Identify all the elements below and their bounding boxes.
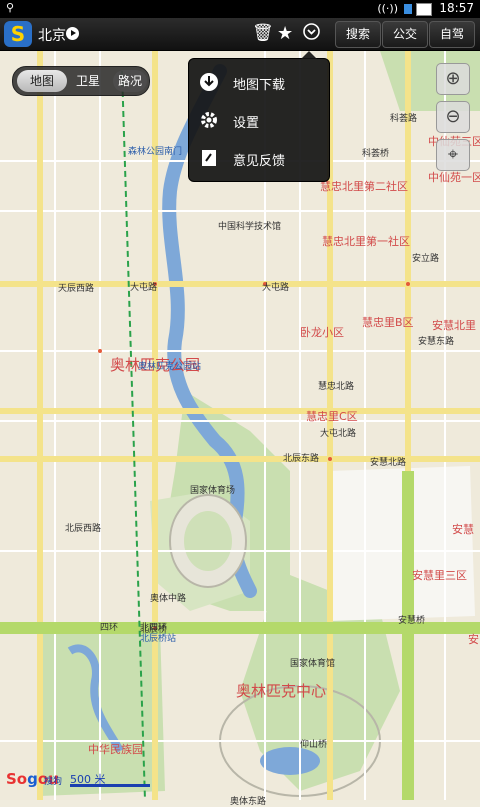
map-mode-button[interactable]: 地图 <box>17 70 67 92</box>
menu-item-label: 意见反馈 <box>233 154 286 169</box>
road-label: 仰山桥 <box>300 740 328 750</box>
district-label: 安慧北里 <box>432 319 476 332</box>
metro-label: 北辰桥站 <box>140 634 177 644</box>
road-label: 科荟桥 <box>362 149 390 159</box>
app-logo[interactable]: S <box>4 21 32 47</box>
locate-button[interactable]: ⌖ <box>436 139 470 171</box>
district-label: 卧龙小区 <box>300 326 344 339</box>
road-label: 科荟路 <box>390 114 418 124</box>
district-label: 中仙苑一区 <box>428 171 480 184</box>
status-bar: ⚲ ((·)) 18:57 <box>0 0 480 18</box>
road-label: 奥体中路 <box>150 594 187 604</box>
drive-button[interactable]: 自驾 <box>429 21 475 48</box>
menu-item-label: 地图下载 <box>233 78 286 93</box>
road-label: 天辰西路 <box>58 284 95 294</box>
traffic-button[interactable]: 路况 <box>113 70 147 92</box>
battery-icon <box>416 3 432 16</box>
road-label: 四环 <box>100 623 119 633</box>
map-type-toggle: 地图 卫星 路况 <box>12 66 150 96</box>
wifi-icon: ((·)) <box>377 2 398 15</box>
road-label: 大屯路 <box>130 283 158 293</box>
clock: 18:57 <box>439 1 474 15</box>
top-bar: S 北京 🗑 ★ 搜索 公交 自驾 <box>0 18 480 51</box>
city-switch-icon[interactable] <box>66 27 79 40</box>
trash-icon[interactable]: 🗑 <box>252 23 274 43</box>
feedback-icon <box>199 148 219 168</box>
zoom-out-icon: ⊖ <box>445 106 461 127</box>
district-label: 中华民族园 <box>88 743 143 756</box>
usb-icon: ⚲ <box>6 1 15 14</box>
road-label: 大屯北路 <box>320 429 357 439</box>
road-label: 中国科学技术馆 <box>218 222 282 232</box>
road-label: 安慧桥 <box>398 616 426 626</box>
gear-icon <box>199 110 219 130</box>
district-label: 安慧里三区 <box>412 569 467 582</box>
poi-label: 奥林匹克中心 <box>236 682 327 700</box>
road-label: 北辰西路 <box>65 524 102 534</box>
overflow-menu: 地图下载 设置 意见反馈 <box>188 51 330 182</box>
sogou-sub-label: 搜狗 <box>44 777 63 787</box>
menu-item-feedback[interactable]: 意见反馈 <box>189 141 329 177</box>
search-button[interactable]: 搜索 <box>335 21 381 48</box>
district-label: 安慧 <box>452 523 474 536</box>
road-label: 国家体育场 <box>190 486 236 496</box>
road-label: 安立路 <box>412 254 440 264</box>
zoom-in-button[interactable]: ⊕ <box>436 63 470 95</box>
satellite-mode-button[interactable]: 卫星 <box>67 70 109 92</box>
district-label: 安 <box>468 633 479 646</box>
metro-label: 奥林匹克公园站 <box>138 362 202 372</box>
road-label: 奥体东路 <box>230 797 267 807</box>
road-label: 北辰东路 <box>283 454 320 464</box>
road-label: 国家体育馆 <box>290 659 336 669</box>
signal-icon <box>404 4 412 14</box>
district-label: 慧忠里B区 <box>362 316 414 329</box>
road-label: 大屯路 <box>262 283 290 293</box>
chevron-down-icon[interactable] <box>303 23 320 45</box>
road-label: 安慧北路 <box>370 458 407 468</box>
star-icon[interactable]: ★ <box>277 23 293 44</box>
zoom-out-button[interactable]: ⊖ <box>436 101 470 133</box>
metro-label: 森林公园南门 <box>128 147 183 157</box>
crosshair-icon: ⌖ <box>447 144 459 165</box>
district-label: 慧忠里C区 <box>306 410 358 423</box>
bus-button[interactable]: 公交 <box>382 21 428 48</box>
scale-bar <box>70 784 150 787</box>
district-label: 慧忠北里第二社区 <box>320 180 408 193</box>
menu-item-download[interactable]: 地图下载 <box>189 65 329 101</box>
zoom-in-icon: ⊕ <box>445 68 461 89</box>
city-name[interactable]: 北京 <box>38 25 66 45</box>
road-label: 安慧东路 <box>418 337 455 347</box>
menu-item-label: 设置 <box>233 116 260 131</box>
road-label: 慧忠北路 <box>318 382 355 392</box>
district-label: 慧忠北里第一社区 <box>322 235 410 248</box>
download-icon <box>199 72 219 92</box>
menu-item-settings[interactable]: 设置 <box>189 103 329 139</box>
